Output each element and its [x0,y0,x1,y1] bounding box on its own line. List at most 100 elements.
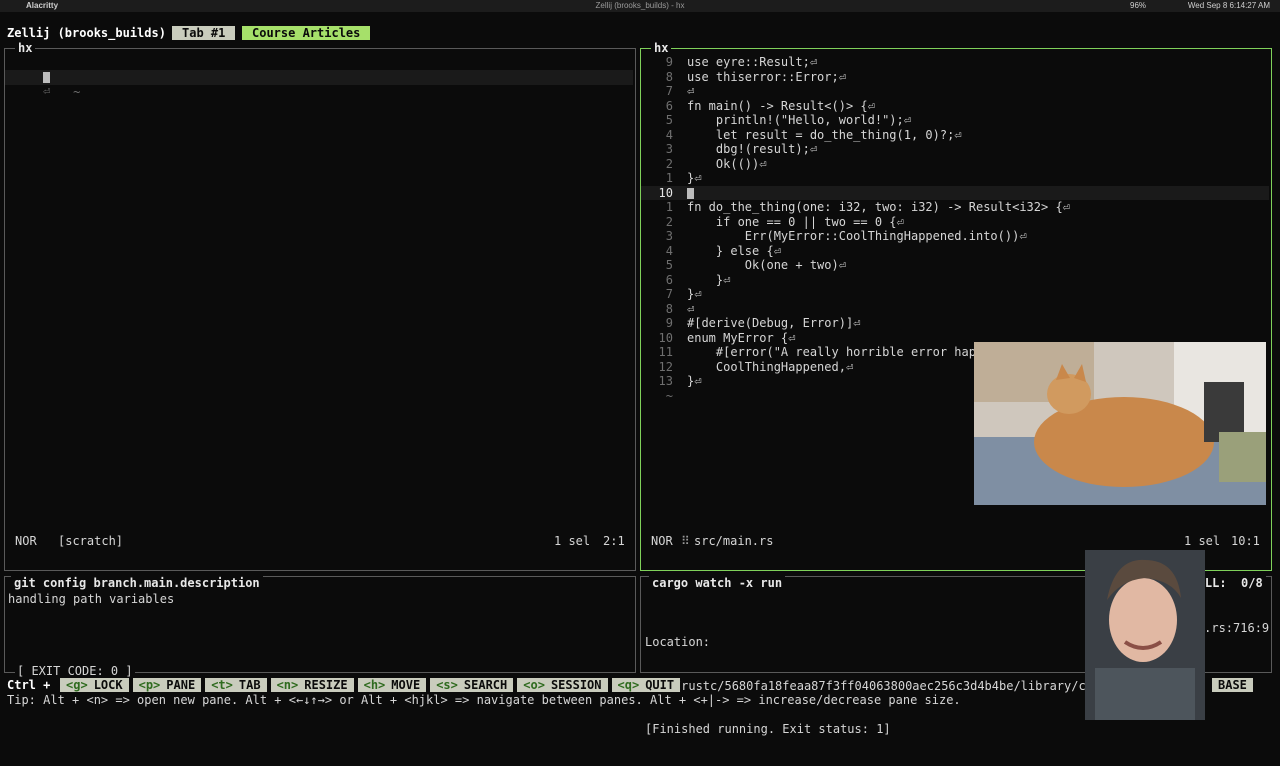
line-number: 3 [665,142,673,156]
line-text: Err(MyError::CoolThingHappened.into())⏎ [687,229,1027,243]
left-editor-pane[interactable]: hx 1 ⏎ ~ NOR [scratch] 1 sel 2:1 [4,41,636,571]
line-number: 7 [665,84,673,98]
line-number: 7 [665,287,673,301]
keybinding-search[interactable]: <s> SEARCH [430,678,514,692]
line-text: use thiserror::Error;⏎ [687,69,846,84]
battery-percent[interactable]: 96% [1130,0,1146,12]
line-number: 2 [665,214,673,229]
key-label: SEARCH [463,678,508,692]
keybinding-quit[interactable]: <q> QUIT [611,678,681,692]
line-text: }⏎ [687,272,731,287]
line-text: }⏎ [687,171,702,185]
line-text: println!("Hello, world!");⏎ [687,113,911,127]
line-text: fn main() -> Result<()> {⏎ [687,98,875,113]
line-number: 12 [658,359,673,374]
key-label: QUIT [645,678,675,692]
line-number: ~ [73,84,81,99]
key-hint: <p> [138,678,161,692]
key-label: SESSION [550,678,602,692]
line-text: use eyre::Result;⏎ [687,55,818,69]
tab-1[interactable]: Tab #1 [172,26,236,40]
statusline: NOR [scratch] 1 sel 2:1 [15,534,625,548]
line-number: 10 [658,330,673,345]
cursor [687,187,694,199]
line-number: 5 [665,113,673,127]
line-text: #[derive(Debug, Error)]⏎ [687,316,861,330]
selection-count: 1 sel [1184,534,1221,548]
webcam-cat-overlay [974,342,1266,505]
keybinding-tab[interactable]: <t> TAB [205,678,267,692]
line-text: ⏎ [687,84,695,98]
git-config-pane[interactable]: git config branch.main.description handl… [4,576,636,678]
window-title: Zellij (brooks_builds) - hx [595,1,685,10]
keybinding-session[interactable]: <o> SESSION [517,678,608,692]
line-text: }⏎ [687,287,702,301]
line-number: 8 [665,69,673,84]
output-line: Location: [645,635,711,649]
line-text: ⏎ [687,301,695,316]
line-text: if one == 0 || two == 0 {⏎ [687,214,904,229]
keybinding-pane[interactable]: <p> PANE [132,678,202,692]
code-line: 1 ⏎ [5,55,80,99]
key-hint: <g> [66,678,88,692]
cursor-position: 2:1 [603,534,625,548]
code-line-current: ~ [5,70,633,99]
keybinding-move[interactable]: <h> MOVE [357,678,427,692]
base-mode-indicator: BASE [1212,678,1253,692]
key-label: TAB [238,678,261,692]
pane-title: git config branch.main.description [11,576,263,590]
line-number: 4 [665,243,673,258]
line-text: fn do_the_thing(one: i32, two: i32) -> R… [687,200,1070,214]
line-number: 11 [658,345,673,359]
line-text: enum MyError {⏎ [687,330,796,345]
keybinding-resize[interactable]: <n> RESIZE [270,678,354,692]
statusline: NOR ⠿ src/main.rs 1 sel 10:1 [651,534,1261,548]
pane-title: cargo watch -x run [649,576,786,590]
key-hint: <n> [276,678,299,692]
ctrl-label: Ctrl + [7,678,51,692]
line-number: 9 [665,55,673,69]
line-text: Ok(one + two)⏎ [687,258,846,272]
key-hint: <q> [617,678,640,692]
line-text: CoolThingHappened,⏎ [687,359,854,374]
line-text: dbg!(result);⏎ [687,142,818,156]
code-line-current: 10 [641,185,1269,200]
key-hint: <o> [523,678,545,692]
exit-code: [ EXIT CODE: 0 ] [15,664,135,678]
key-label: RESIZE [304,678,348,692]
key-label: LOCK [93,678,123,692]
key-label: PANE [166,678,196,692]
zellij-tab-bar: Zellij (brooks_builds) Tab #1 Course Art… [0,26,1280,40]
keybinding-lock[interactable]: <g> LOCK [60,678,129,692]
line-number: 2 [665,156,673,171]
mode-indicator: NOR [651,534,673,548]
pane-title: hx [651,41,672,55]
line-number: 6 [665,98,673,113]
git-branch-icon: ⠿ [681,534,690,548]
line-number: 4 [665,127,673,142]
line-number: 5 [665,258,673,272]
line-text: let result = do_the_thing(1, 0)?;⏎ [687,127,962,142]
line-text: Ok(())⏎ [687,156,767,171]
key-hint: <h> [363,678,386,692]
tab-course-articles[interactable]: Course Articles [242,26,371,40]
line-number: ~ [665,388,673,403]
key-hint: <t> [211,678,233,692]
line-text: }⏎ [687,374,702,388]
line-number: 3 [665,229,673,243]
session-name: Zellij (brooks_builds) [7,26,166,40]
line-text: } else {⏎ [687,243,781,258]
cursor-position: 10:1 [1231,534,1260,548]
line-number: 1 [665,171,673,185]
line-number: 6 [665,272,673,287]
output-line: [Finished running. Exit status: 1] [645,722,891,736]
line-number: 8 [665,301,673,316]
line-text: #[error("A really horrible error happ [687,345,984,359]
tip-line: Tip: Alt + <n> => open new pane. Alt + <… [7,693,961,707]
menubar-clock[interactable]: Wed Sep 8 6:14:27 AM [1188,0,1270,12]
mode-indicator: NOR [15,534,37,548]
line-number: 9 [665,316,673,330]
key-hint: <s> [436,678,458,692]
editor-lines: 1 ⏎ ~ [5,55,635,99]
key-label: MOVE [391,678,421,692]
